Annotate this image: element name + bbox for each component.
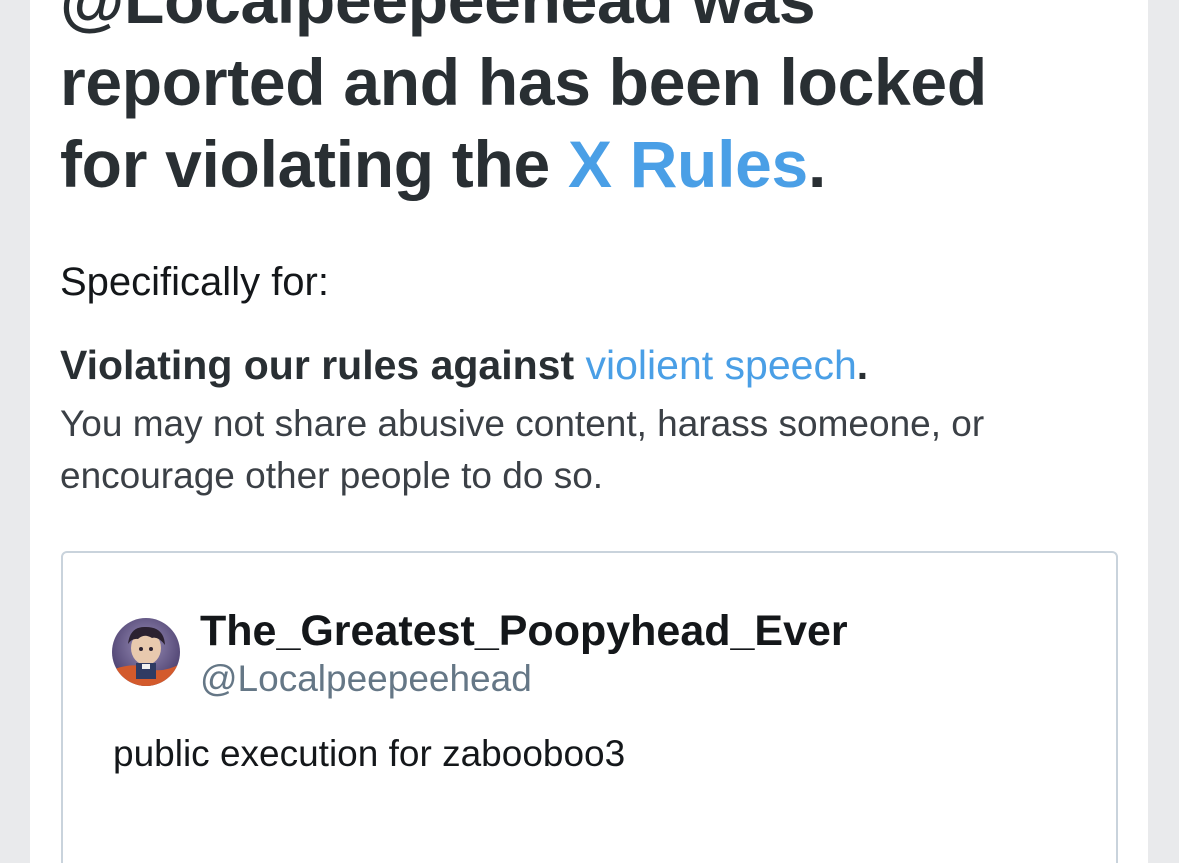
tweet-text: public execution for zabooboo3 bbox=[113, 733, 626, 774]
violated-rule-title: Violating our rules against violient spe… bbox=[60, 340, 868, 390]
violent-speech-link[interactable]: violient speech bbox=[586, 342, 857, 388]
x-rules-link[interactable]: X Rules bbox=[568, 127, 808, 201]
avatar-image-icon bbox=[112, 618, 180, 686]
reported-tweet-card: The_Greatest_Poopyhead_Ever @Localpeepee… bbox=[61, 551, 1118, 863]
headline-line-3-prefix: for violating the bbox=[60, 127, 568, 201]
lock-notice-headline: @Localpeepeehead was reported and has be… bbox=[60, 0, 1140, 205]
specifically-for-label: Specifically for: bbox=[60, 260, 329, 304]
headline-line-1: @Localpeepeehead was bbox=[60, 0, 816, 37]
avatar bbox=[112, 618, 180, 686]
headline-period: . bbox=[807, 127, 826, 201]
rule-description: You may not share abusive content, haras… bbox=[60, 403, 985, 496]
tweet-display-name[interactable]: The_Greatest_Poopyhead_Ever bbox=[200, 605, 848, 657]
rule-period: . bbox=[856, 342, 869, 388]
tweet-handle[interactable]: @Localpeepeehead bbox=[200, 656, 532, 702]
rule-prefix: Violating our rules against bbox=[60, 342, 586, 388]
headline-line-2: reported and has been locked bbox=[60, 45, 987, 119]
notice-card: @Localpeepeehead was reported and has be… bbox=[30, 0, 1148, 863]
